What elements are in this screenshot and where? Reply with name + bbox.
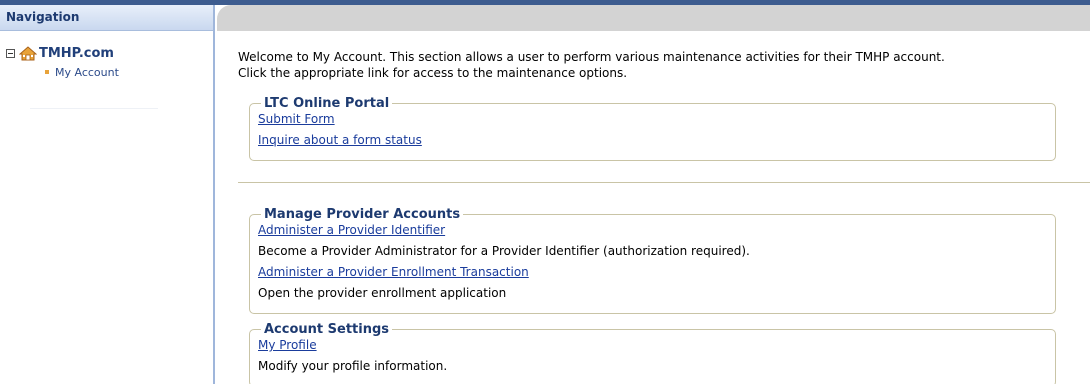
navigation-tree: TMHP.com My Account (0, 31, 213, 80)
administer-provider-identifier-link[interactable]: Administer a Provider Identifier (258, 222, 445, 239)
tree-item-tmhp[interactable]: TMHP.com (6, 44, 213, 62)
tree-item-my-account[interactable]: My Account (45, 64, 213, 80)
navigation-header: Navigation (0, 5, 213, 31)
section-ltc-online-portal: LTC Online Portal Submit Form Inquire ab… (249, 96, 1056, 161)
description-text: Modify your profile information. (258, 359, 448, 373)
intro-line: Welcome to My Account. This section allo… (238, 50, 945, 64)
section-title: Manage Provider Accounts (264, 207, 461, 222)
tree-root-label[interactable]: TMHP.com (39, 46, 114, 61)
section-manage-provider-accounts: Manage Provider Accounts Administer a Pr… (249, 207, 1056, 314)
bullet-icon (45, 70, 49, 74)
main-content: Welcome to My Account. This section allo… (238, 49, 1090, 384)
section-divider (238, 182, 1090, 183)
section-account-settings: Account Settings My Profile Modify your … (249, 322, 1056, 384)
navigation-sidebar: Navigation TMHP.com My Account (0, 5, 215, 384)
submit-form-link[interactable]: Submit Form (258, 111, 335, 128)
description-text: Open the provider enrollment application (258, 286, 507, 300)
intro-line: Click the appropriate link for access to… (238, 66, 628, 80)
divider (30, 108, 158, 109)
section-title: Account Settings (264, 322, 390, 337)
description-text: Become a Provider Administrator for a Pr… (258, 244, 750, 258)
my-profile-link[interactable]: My Profile (258, 337, 317, 354)
content-header-bar (217, 5, 1090, 31)
home-icon (19, 45, 37, 60)
inquire-form-status-link[interactable]: Inquire about a form status (258, 132, 422, 149)
section-title: LTC Online Portal (264, 96, 390, 111)
administer-enrollment-transaction-link[interactable]: Administer a Provider Enrollment Transac… (258, 264, 529, 281)
collapse-icon[interactable] (6, 48, 15, 58)
intro-text: Welcome to My Account. This section allo… (238, 49, 1078, 81)
tree-item-label[interactable]: My Account (55, 66, 119, 79)
